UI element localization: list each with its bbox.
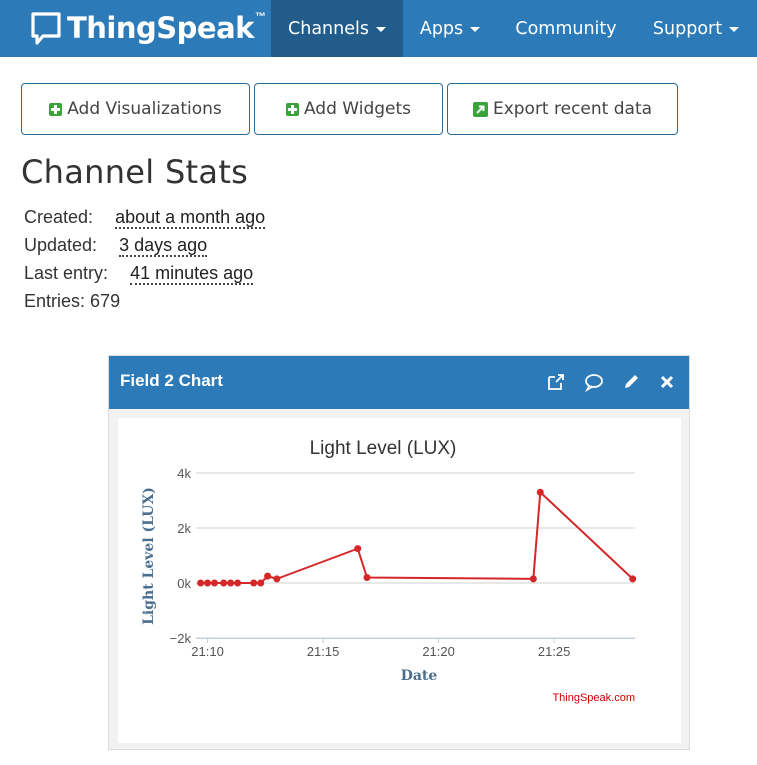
stat-last-entry-value: 41 minutes ago <box>130 263 254 285</box>
caret-down-icon <box>729 27 740 32</box>
export-recent-data-button[interactable]: Export recent data <box>447 83 678 135</box>
nav-community[interactable]: Community <box>497 0 635 57</box>
pencil-icon[interactable] <box>620 371 642 393</box>
data-point <box>197 579 205 587</box>
nav-channels[interactable]: Channels <box>271 0 403 57</box>
data-point <box>264 572 272 580</box>
data-point <box>227 579 235 587</box>
nav-channels-label: Channels <box>288 18 369 39</box>
field-chart-widget: Field 2 Chart 4k 2k 0k −2k 21:10 21:15 21:20 2… <box>108 355 690 750</box>
top-navbar: ThingSpeak ™ Channels Apps Community Sup… <box>0 0 757 57</box>
channel-stats-title: Channel Stats <box>21 153 249 191</box>
brand-trademark: ™ <box>254 11 266 23</box>
data-point <box>250 579 258 587</box>
stat-entries-label: Entries: <box>24 291 86 311</box>
chart-title: Light Level (LUX) <box>310 438 457 459</box>
data-point <box>529 575 537 583</box>
data-point <box>363 574 371 581</box>
brand-name: ThingSpeak <box>67 11 254 45</box>
stat-last-entry: Last entry: 41 minutes ago <box>24 263 254 285</box>
nav-community-label: Community <box>515 18 617 39</box>
add-widgets-button[interactable]: Add Widgets <box>254 83 443 135</box>
nav-apps-label: Apps <box>419 18 464 39</box>
close-icon[interactable] <box>656 371 678 393</box>
plus-square-icon <box>49 102 63 116</box>
data-point <box>220 579 228 587</box>
widget-title: Field 2 Chart <box>120 371 223 390</box>
data-point <box>273 575 281 583</box>
stat-updated-label: Updated: <box>24 235 98 255</box>
stat-created-label: Created: <box>24 207 94 227</box>
add-visualizations-label: Add Visualizations <box>67 99 222 119</box>
x-tick-label: 21:10 <box>191 644 224 659</box>
data-point <box>536 488 544 496</box>
chart-panel: 4k 2k 0k −2k 21:10 21:15 21:20 21:25 Light Lev… <box>118 418 681 743</box>
speech-bubble-icon <box>31 12 61 45</box>
light-level-chart: 4k 2k 0k −2k 21:10 21:15 21:20 21:25 Light Lev… <box>141 438 637 704</box>
data-point <box>204 579 212 587</box>
stat-created-value: about a month ago <box>115 207 266 229</box>
series-line <box>200 491 634 584</box>
nav-support-label: Support <box>652 18 723 39</box>
thingspeak-credit[interactable]: ThingSpeak.com <box>552 692 635 704</box>
export-recent-data-label: Export recent data <box>492 99 653 119</box>
x-tick-label: 21:15 <box>307 644 340 659</box>
stat-updated-value: 3 days ago <box>119 235 208 257</box>
data-point <box>210 579 218 587</box>
y-tick-label: −2k <box>170 631 192 646</box>
widget-header: Field 2 Chart <box>109 356 689 409</box>
stat-created: Created: about a month ago <box>24 207 266 229</box>
y-tick-label: 0k <box>177 576 191 591</box>
external-link-icon[interactable] <box>545 371 567 393</box>
chart-x-axis-label: Date <box>401 668 438 684</box>
y-tick-label: 4k <box>177 466 191 481</box>
caret-down-icon <box>375 27 386 32</box>
x-tick-label: 21:20 <box>422 644 455 659</box>
add-widgets-label: Add Widgets <box>303 99 412 119</box>
stat-entries-value: 679 <box>90 291 121 311</box>
data-point <box>257 579 265 587</box>
nav-apps[interactable]: Apps <box>403 0 497 57</box>
export-icon <box>472 101 488 117</box>
stat-last-entry-label: Last entry: <box>24 263 109 283</box>
plus-square-icon <box>285 102 299 116</box>
data-point <box>234 579 242 587</box>
brand-logo[interactable]: ThingSpeak ™ <box>30 8 266 48</box>
data-point <box>354 545 362 553</box>
y-tick-label: 2k <box>177 521 191 536</box>
x-tick-label: 21:25 <box>538 644 571 659</box>
data-point <box>629 575 637 583</box>
add-visualizations-button[interactable]: Add Visualizations <box>21 83 250 135</box>
nav-support[interactable]: Support <box>635 0 757 57</box>
comment-icon[interactable] <box>583 371 605 393</box>
stat-updated: Updated: 3 days ago <box>24 235 208 257</box>
chart-y-axis-label: Light Level (LUX) <box>141 487 157 625</box>
caret-down-icon <box>470 27 481 32</box>
stat-entries: Entries: 679 <box>24 291 120 312</box>
